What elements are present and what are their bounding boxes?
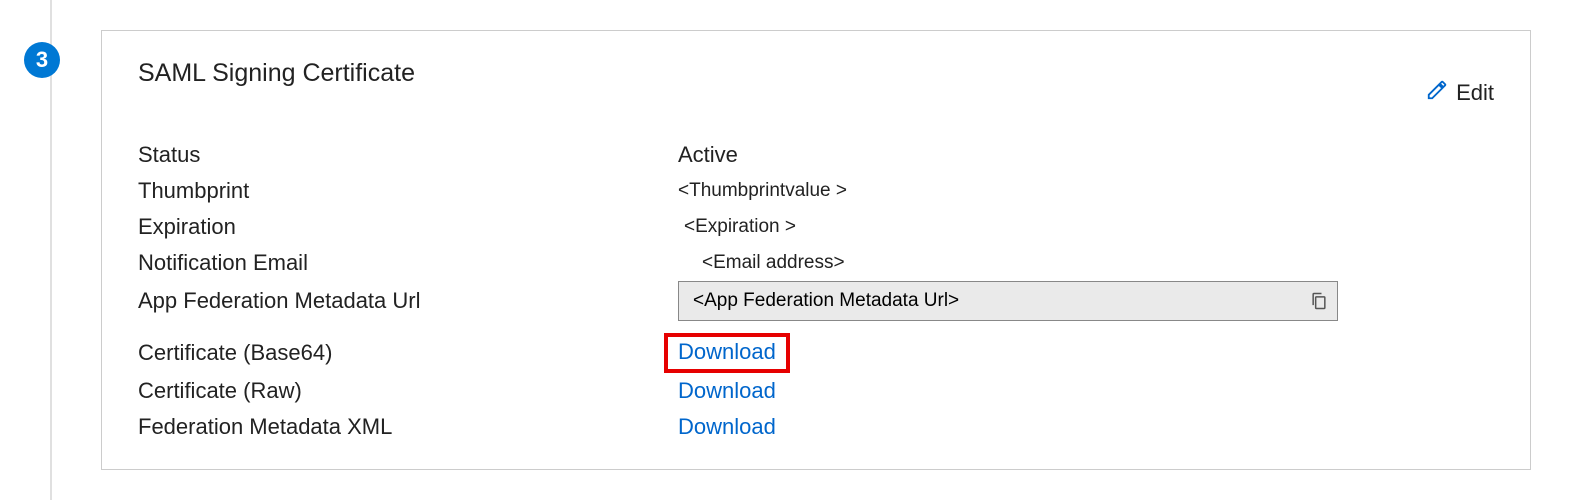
step-number-badge: 3 [24, 42, 60, 78]
value-notification-email: <Email address> [678, 252, 845, 274]
row-status: Status Active [138, 137, 1494, 173]
row-expiration: Expiration <Expiration > [138, 209, 1494, 245]
row-notification-email: Notification Email <Email address> [138, 245, 1494, 281]
label-expiration: Expiration [138, 214, 678, 240]
label-metadata-url: App Federation Metadata Url [138, 288, 678, 314]
card-header: SAML Signing Certificate Edit [138, 59, 1494, 107]
row-metadata-url: App Federation Metadata Url <App Federat… [138, 281, 1494, 321]
row-fed-xml: Federation Metadata XML Download [138, 409, 1494, 445]
row-cert-raw: Certificate (Raw) Download [138, 373, 1494, 409]
label-thumbprint: Thumbprint [138, 178, 678, 204]
step-number-text: 3 [36, 47, 48, 73]
metadata-url-field[interactable]: <App Federation Metadata Url> [678, 281, 1338, 321]
metadata-url-text: <App Federation Metadata Url> [693, 290, 1309, 312]
pencil-icon [1426, 79, 1448, 107]
edit-label: Edit [1456, 80, 1494, 106]
label-fed-xml: Federation Metadata XML [138, 414, 678, 440]
download-cert-base64-link[interactable]: Download [664, 333, 790, 373]
value-status: Active [678, 142, 738, 168]
download-cert-raw-link[interactable]: Download [678, 378, 776, 404]
copy-icon[interactable] [1309, 289, 1329, 313]
label-notification-email: Notification Email [138, 250, 678, 276]
label-cert-raw: Certificate (Raw) [138, 378, 678, 404]
download-fed-xml-link[interactable]: Download [678, 414, 776, 440]
row-cert-base64: Certificate (Base64) Download [138, 333, 1494, 373]
saml-signing-certificate-card: SAML Signing Certificate Edit Status Act… [101, 30, 1531, 470]
card-title: SAML Signing Certificate [138, 59, 415, 88]
value-thumbprint: <Thumbprintvalue > [678, 180, 847, 202]
label-cert-base64: Certificate (Base64) [138, 340, 678, 366]
value-expiration: <Expiration > [678, 216, 796, 238]
edit-button[interactable]: Edit [1426, 79, 1494, 107]
row-thumbprint: Thumbprint <Thumbprintvalue > [138, 173, 1494, 209]
label-status: Status [138, 142, 678, 168]
fields-container: Status Active Thumbprint <Thumbprintvalu… [138, 137, 1494, 445]
